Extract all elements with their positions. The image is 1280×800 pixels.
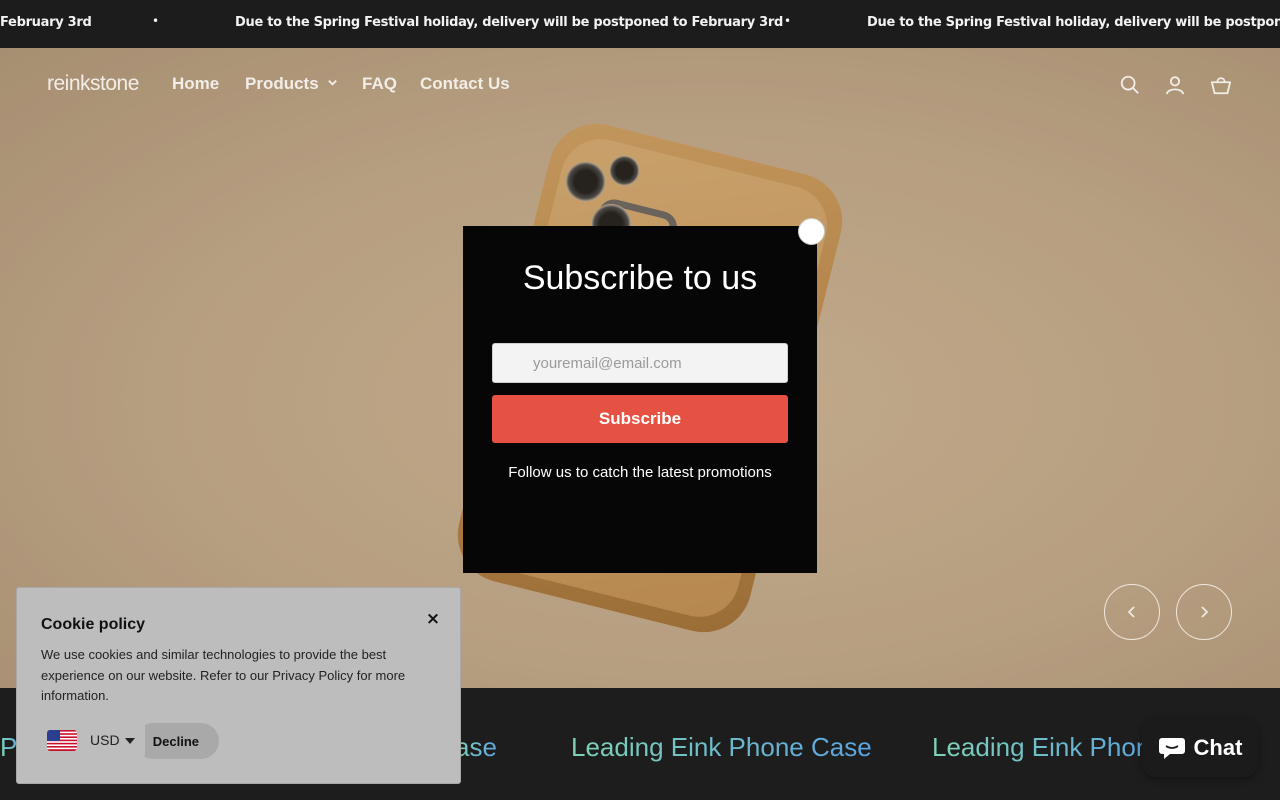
modal-note: Follow us to catch the latest promotions bbox=[508, 464, 772, 481]
announcement-separator: • bbox=[784, 14, 792, 28]
cookie-text: We use cookies and similar technologies … bbox=[41, 647, 406, 703]
subscribe-button[interactable]: Subscribe bbox=[492, 395, 788, 443]
cart-icon[interactable] bbox=[1210, 74, 1232, 96]
caret-down-icon bbox=[125, 738, 135, 744]
site-header: reinkstone Home Products FAQ Contact Us bbox=[0, 48, 1280, 122]
email-field[interactable] bbox=[492, 343, 788, 383]
chevron-right-icon bbox=[1201, 606, 1209, 618]
close-icon[interactable]: × bbox=[422, 608, 444, 630]
announcement-separator: • bbox=[152, 14, 160, 28]
marquee-text-partial: ase bbox=[455, 732, 497, 762]
cookie-title: Cookie policy bbox=[41, 616, 146, 633]
chevron-down-icon[interactable] bbox=[327, 77, 338, 88]
nav-products[interactable]: Products bbox=[245, 74, 319, 94]
carousel-next-button[interactable] bbox=[1176, 584, 1232, 640]
marquee-text-partial: Leading Eink Phone bbox=[932, 732, 1165, 762]
carousel-prev-button[interactable] bbox=[1104, 584, 1160, 640]
currency-selector[interactable]: USD bbox=[40, 723, 145, 758]
chevron-left-icon bbox=[1127, 606, 1135, 618]
nav-faq[interactable]: FAQ bbox=[362, 74, 397, 94]
decline-button[interactable]: Decline bbox=[135, 723, 219, 759]
chat-bubble-icon bbox=[1158, 738, 1185, 759]
nav-home[interactable]: Home bbox=[172, 74, 219, 94]
us-flag-icon bbox=[47, 730, 77, 751]
search-icon[interactable] bbox=[1119, 74, 1141, 96]
modal-close-button[interactable] bbox=[798, 218, 825, 245]
nav-contact[interactable]: Contact Us bbox=[420, 74, 510, 94]
chat-label: Chat bbox=[1193, 735, 1243, 760]
currency-code: USD bbox=[90, 732, 120, 748]
modal-title: Subscribe to us bbox=[522, 259, 758, 297]
announcement-text-partial: February 3rd bbox=[0, 15, 92, 30]
announcement-text: Due to the Spring Festival holiday, deli… bbox=[235, 15, 783, 30]
logo[interactable]: reinkstone bbox=[47, 72, 139, 96]
announcement-bar: February 3rd • Due to the Spring Festiva… bbox=[0, 0, 1280, 48]
account-icon[interactable] bbox=[1164, 74, 1186, 96]
subscribe-modal: Subscribe to us Subscribe Follow us to c… bbox=[463, 226, 817, 573]
marquee-text: Leading Eink Phone Case bbox=[571, 732, 872, 762]
chat-button[interactable]: Chat bbox=[1142, 719, 1258, 777]
announcement-text-partial: Due to the Spring Festival holiday, deli… bbox=[867, 15, 1280, 30]
